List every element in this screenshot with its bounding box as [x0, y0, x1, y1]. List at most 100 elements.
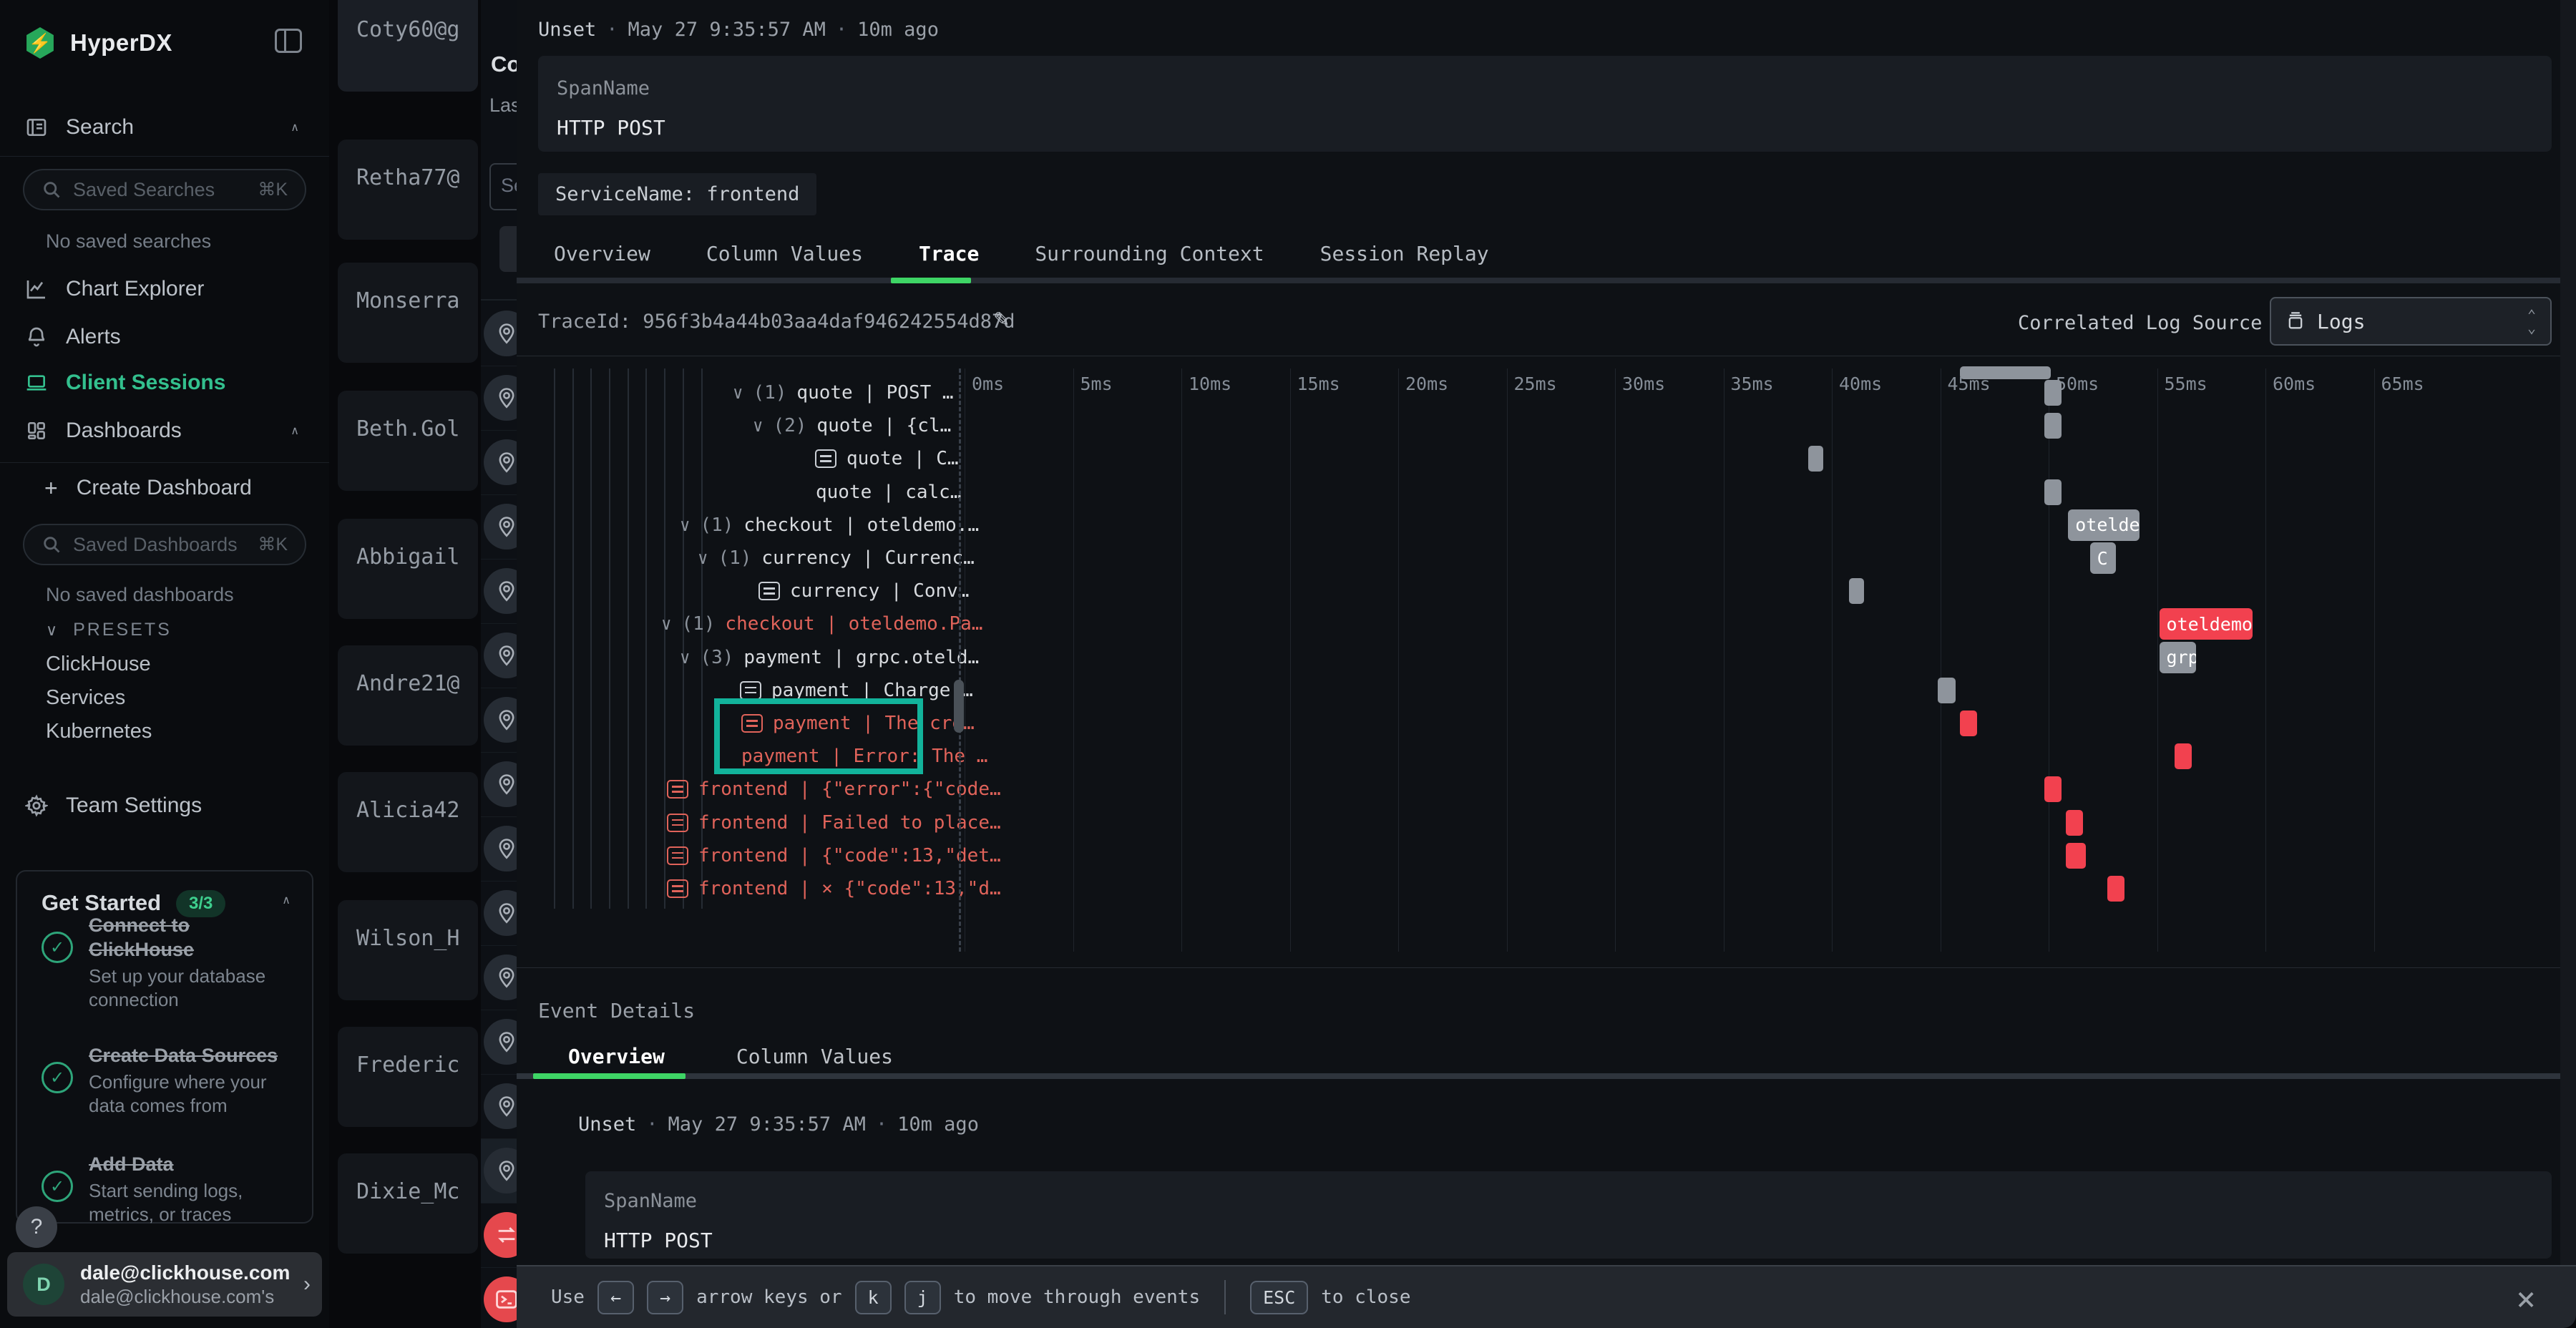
close-icon[interactable]: × — [2516, 1279, 2536, 1318]
log-source-select[interactable]: Logs ⌃⌄ — [2270, 297, 2552, 346]
span-bar[interactable] — [2175, 743, 2192, 769]
trace-tree-row[interactable]: quote | C… — [815, 444, 959, 474]
session-event-row[interactable] — [481, 495, 517, 560]
session-search-input[interactable]: Sea — [489, 163, 517, 210]
session-event-row[interactable] — [481, 753, 517, 817]
trace-tree-row[interactable]: ∨(1)checkout | oteldemo.… — [680, 510, 979, 540]
span-bar[interactable] — [1938, 678, 1955, 703]
create-dashboard-button[interactable]: + Create Dashboard — [0, 468, 329, 508]
session-card[interactable]: Andre21@ — [338, 645, 478, 746]
session-card[interactable]: Retha77@ — [338, 140, 478, 240]
chevron-up-icon[interactable]: ∧ — [291, 120, 299, 135]
session-event-row[interactable] — [481, 1204, 517, 1268]
session-card[interactable]: Frederic — [338, 1027, 478, 1127]
span-bar[interactable] — [1849, 578, 1864, 604]
span-bar[interactable] — [2107, 876, 2124, 902]
session-event-row[interactable] — [481, 817, 517, 882]
trace-tree-row[interactable]: ∨(1)checkout | oteldemo.Pa… — [661, 609, 982, 639]
arrow-right-key[interactable]: → — [647, 1281, 683, 1314]
k-key[interactable]: k — [855, 1281, 892, 1314]
session-event-row[interactable] — [481, 882, 517, 946]
esc-key[interactable]: ESC — [1250, 1281, 1308, 1314]
session-event-row[interactable] — [481, 688, 517, 753]
session-card[interactable]: Dixie_Mc — [338, 1153, 478, 1254]
get-started-item[interactable]: ✓Add DataStart sending logs, metrics, or… — [42, 1152, 299, 1226]
chevron-down-icon[interactable]: ∨ — [733, 383, 743, 403]
preset-item-clickhouse[interactable]: ClickHouse — [46, 653, 151, 676]
span-bar[interactable] — [2066, 843, 2085, 869]
preset-item-kubernetes[interactable]: Kubernetes — [46, 720, 152, 743]
tab-column-values[interactable]: Column Values — [706, 242, 863, 265]
chevron-down-icon[interactable]: ∨ — [661, 614, 671, 634]
span-bar[interactable] — [2044, 776, 2062, 802]
tab-trace[interactable]: Trace — [919, 242, 979, 265]
chevron-up-icon[interactable]: ∧ — [282, 893, 291, 907]
service-name-chip[interactable]: ServiceName: frontend — [538, 173, 816, 215]
get-started-item[interactable]: ✓Create Data SourcesConfigure where your… — [42, 1043, 299, 1118]
span-bar[interactable] — [1960, 711, 1977, 736]
splitter-scrollbar-thumb[interactable] — [954, 680, 964, 733]
session-event-row[interactable] — [481, 624, 517, 688]
span-bar-labeled[interactable]: C — [2090, 542, 2116, 574]
session-card[interactable]: Monserra — [338, 263, 478, 363]
chevron-down-icon[interactable]: ∨ — [753, 416, 763, 436]
session-event-row[interactable] — [481, 302, 517, 366]
span-bar[interactable] — [2066, 810, 2083, 836]
chevron-up-icon[interactable]: ∧ — [291, 424, 299, 438]
trace-tree-row[interactable]: ∨(3)payment | grpc.oteld… — [680, 643, 979, 673]
trace-tree-row[interactable]: ∨(1)quote | POST … — [733, 378, 954, 408]
span-bar[interactable] — [2044, 413, 2062, 439]
saved-dashboards-input[interactable]: Saved Dashboards ⌘K — [23, 524, 306, 565]
sidebar-item-team-settings[interactable]: Team Settings — [0, 786, 329, 826]
sidebar-item-search[interactable]: Search ∧ — [0, 107, 329, 147]
tab-overview[interactable]: Overview — [554, 242, 650, 265]
user-menu[interactable]: D dale@clickhouse.com dale@clickhouse.co… — [7, 1252, 322, 1317]
span-bar[interactable] — [1808, 446, 1823, 472]
chevron-down-icon[interactable]: ∨ — [680, 648, 690, 668]
sidebar-item-dashboards[interactable]: Dashboards∧ — [0, 411, 329, 451]
modal-scrollbar[interactable] — [2560, 0, 2576, 1328]
help-button[interactable]: ? — [16, 1206, 57, 1248]
tree-timeline-splitter[interactable] — [959, 368, 961, 952]
chevron-down-icon[interactable]: ∨ — [680, 515, 690, 535]
session-card[interactable]: Alicia42 — [338, 772, 478, 872]
trace-tree-row[interactable]: quote | calc… — [816, 477, 962, 507]
trace-tree-row[interactable]: frontend | × {"code":13,"d… — [667, 874, 1001, 904]
preset-item-services[interactable]: Services — [46, 686, 125, 710]
sidebar-item-alerts[interactable]: Alerts — [0, 317, 329, 357]
chevron-down-icon[interactable]: ∨ — [698, 548, 708, 568]
ed-tab-column-values[interactable]: Column Values — [736, 1045, 893, 1068]
trace-tree-row[interactable]: frontend | {"code":13,"det… — [667, 841, 1001, 871]
j-key[interactable]: j — [904, 1281, 941, 1314]
edit-pencil-icon[interactable]: ✎ — [993, 308, 1010, 331]
span-bar[interactable] — [2044, 380, 2062, 406]
trace-tree-row[interactable]: frontend | Failed to place… — [667, 808, 1001, 838]
session-event-row[interactable] — [481, 431, 517, 495]
session-event-row[interactable] — [481, 1139, 517, 1204]
span-bar-labeled[interactable]: oteldemo. — [2160, 608, 2253, 640]
session-event-row[interactable] — [481, 1010, 517, 1075]
trace-tree-row[interactable]: ∨(1)currency | Currenc… — [698, 543, 975, 573]
session-card[interactable]: Beth.Gol — [338, 391, 478, 491]
span-bar-labeled[interactable]: oteldemo. — [2068, 509, 2140, 541]
collapse-sidebar-icon[interactable] — [275, 29, 302, 53]
presets-toggle[interactable]: ∨ PRESETS — [46, 620, 172, 640]
session-card[interactable]: Wilson_H — [338, 900, 478, 1000]
session-event-row[interactable] — [481, 946, 517, 1010]
tab-session-replay[interactable]: Session Replay — [1320, 242, 1489, 265]
ed-tab-overview[interactable]: Overview — [568, 1045, 665, 1068]
session-event-row[interactable] — [481, 560, 517, 624]
span-bar-labeled[interactable]: grp — [2160, 642, 2197, 673]
session-event-row[interactable] — [481, 1075, 517, 1139]
sidebar-item-chart-explorer[interactable]: Chart Explorer — [0, 269, 329, 309]
sidebar-item-client-sessions[interactable]: Client Sessions — [0, 363, 329, 403]
session-card[interactable]: Coty60@g — [338, 0, 478, 92]
session-action-button[interactable] — [499, 226, 517, 272]
trace-tree-row[interactable]: frontend | {"error":{"code… — [667, 774, 1001, 804]
saved-searches-input[interactable]: Saved Searches ⌘K — [23, 169, 306, 210]
arrow-left-key[interactable]: ← — [597, 1281, 634, 1314]
session-event-row[interactable] — [481, 366, 517, 431]
session-card[interactable]: Abbigail — [338, 519, 478, 619]
app-logo[interactable]: ⚡ HyperDX — [24, 27, 172, 59]
trace-tree-row[interactable]: ∨(2)quote | {cl… — [753, 411, 951, 441]
